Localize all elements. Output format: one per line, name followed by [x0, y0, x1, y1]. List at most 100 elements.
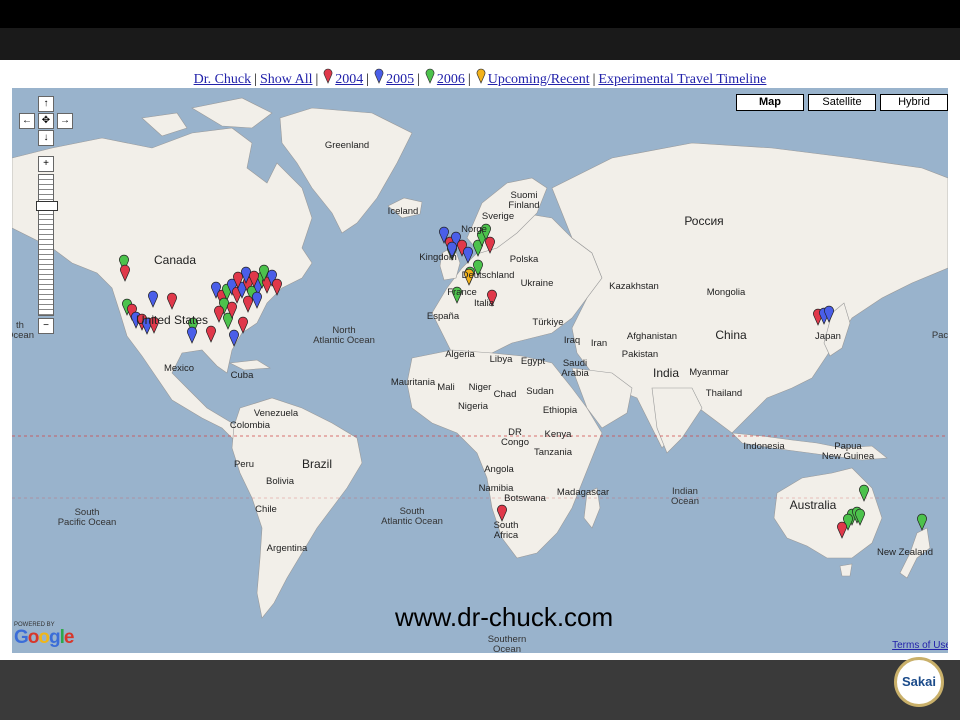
iran-label: Iran [590, 338, 608, 349]
espana-label: España [426, 311, 460, 322]
nav-separator: | [315, 72, 319, 87]
brazil-label: Brazil [301, 457, 333, 471]
show-all-link[interactable]: Show All [260, 72, 313, 87]
united-states-label: United States [135, 313, 209, 327]
zoom-in-icon[interactable]: + [38, 156, 54, 172]
new-zealand-label: New Zealand [877, 547, 933, 558]
web-page: Dr. Chuck | Show All | 2004 | 2005 | 2006 | Upcomi… [0, 60, 960, 660]
sakai-logo-text: Sakai [902, 674, 936, 689]
arctic-islands-land [141, 112, 188, 137]
travel-pin-2006[interactable] [917, 513, 927, 531]
mongolia-label: Mongolia [706, 287, 746, 298]
china-label: China [715, 328, 747, 342]
world-map[interactable]: Greenland Iceland Canada United States M… [12, 88, 948, 653]
zoom-slider-thumb[interactable] [36, 201, 58, 211]
north-atlantic-label: North Atlantic Ocean [313, 325, 375, 346]
indonesia-label: Indonesia [743, 441, 785, 452]
nigeria-label: Nigeria [457, 401, 489, 412]
sudan-label: Sudan [526, 386, 554, 397]
canada-label: Canada [153, 253, 197, 267]
pakistan-label: Pakistan [621, 349, 659, 360]
tasmania-land [839, 563, 853, 577]
iceland-label: Iceland [387, 206, 419, 217]
pan-left-icon[interactable]: ← [19, 113, 35, 129]
terms-of-use-link[interactable]: Terms of Use [892, 640, 948, 651]
south-africa-label: South Africa [493, 520, 519, 541]
bolivia-label: Bolivia [266, 476, 294, 487]
cuba-land [228, 359, 271, 371]
blue-pin-icon [374, 68, 384, 84]
nav-separator: | [417, 72, 420, 87]
dr-congo-label: DR Congo [501, 427, 529, 448]
suomi-label: Suomi Finland [508, 190, 540, 211]
mexico-label: Mexico [163, 363, 195, 374]
chad-label: Chad [493, 389, 517, 400]
pan-center-icon[interactable]: ✥ [38, 113, 54, 129]
map-type-map-button[interactable]: Map [736, 94, 804, 111]
papua-new-guinea-label: Papua New Guinea [821, 441, 875, 462]
venezuela-label: Venezuela [253, 408, 299, 419]
colombia-label: Colombia [229, 420, 271, 431]
red-pin-icon [323, 68, 333, 84]
sakai-logo: Sakai [894, 657, 944, 707]
map-type-hybrid-button[interactable]: Hybrid [880, 94, 948, 111]
france-label: France [447, 287, 477, 298]
chile-label: Chile [255, 504, 277, 515]
south-atlantic-label: South Atlantic Ocean [381, 506, 443, 527]
nav-separator: | [366, 72, 370, 87]
pan-right-icon[interactable]: → [57, 113, 73, 129]
tanzania-label: Tanzania [533, 447, 573, 458]
ukraine-label: Ukraine [520, 278, 554, 289]
zoom-slider[interactable] [36, 174, 58, 316]
navigation-bar: Dr. Chuck | Show All | 2004 | 2005 | 2006 | Upcomi… [0, 68, 960, 90]
sverige-label: Sverige [481, 211, 515, 222]
turkiye-label: Türkiye [532, 317, 564, 328]
travel-timeline-link[interactable]: Experimental Travel Timeline [598, 72, 766, 87]
yellow-pin-icon [476, 68, 486, 84]
slide-top-bar [0, 0, 960, 60]
pan-up-icon[interactable]: ↑ [38, 96, 54, 112]
map-type-satellite-button[interactable]: Satellite [808, 94, 876, 111]
kingdom-label: Kingdom [419, 252, 457, 263]
botswana-label: Botswana [504, 493, 546, 504]
southern-ocean-label: Southern Ocean [487, 634, 527, 654]
saudi-arabia-label: Saudi Arabia [561, 358, 589, 379]
rossiya-label: Россия [684, 214, 724, 228]
peru-label: Peru [233, 459, 255, 470]
year-2005-link[interactable]: 2005 [386, 72, 414, 87]
argentina-label: Argentina [266, 543, 308, 554]
zoom-out-icon[interactable]: − [38, 318, 54, 334]
egypt-label: Egypt [520, 356, 546, 367]
south-america-land [231, 397, 363, 619]
south-pacific-label: South Pacific Ocean [57, 507, 117, 528]
angola-label: Angola [484, 464, 514, 475]
australia-land [773, 467, 883, 559]
indian-ocean-label: Indian Ocean [671, 486, 699, 507]
year-2004-link[interactable]: 2004 [335, 72, 363, 87]
upcoming-recent-link[interactable]: Upcoming/Recent [488, 72, 590, 87]
myanmar-label: Myanmar [689, 367, 729, 378]
afghanistan-label: Afghanistan [626, 331, 678, 342]
japan-label: Japan [815, 331, 841, 342]
green-pin-icon [425, 68, 435, 84]
iraq-label: Iraq [563, 335, 581, 346]
madagascar-label: Madagascar [556, 487, 610, 498]
ethiopia-label: Ethiopia [542, 405, 578, 416]
pan-down-icon[interactable]: ↓ [38, 130, 54, 146]
map-type-control: Map Satellite Hybrid [736, 94, 948, 111]
arctic-islands-land [191, 97, 273, 129]
polska-label: Polska [509, 254, 539, 265]
year-2006-link[interactable]: 2006 [437, 72, 465, 87]
nav-separator: | [254, 72, 257, 87]
dr-chuck-link[interactable]: Dr. Chuck [194, 72, 252, 87]
cuba-label: Cuba [230, 370, 254, 381]
map-canvas [12, 97, 948, 619]
libya-label: Libya [489, 354, 513, 365]
website-watermark: www.dr-chuck.com [395, 602, 614, 632]
mauritania-label: Mauritania [390, 377, 436, 388]
niger-label: Niger [468, 382, 492, 393]
kenya-label: Kenya [544, 429, 572, 440]
norge-label: Norge [461, 224, 487, 235]
google-logo: Google [14, 627, 74, 648]
algeria-label: Algeria [445, 349, 475, 360]
